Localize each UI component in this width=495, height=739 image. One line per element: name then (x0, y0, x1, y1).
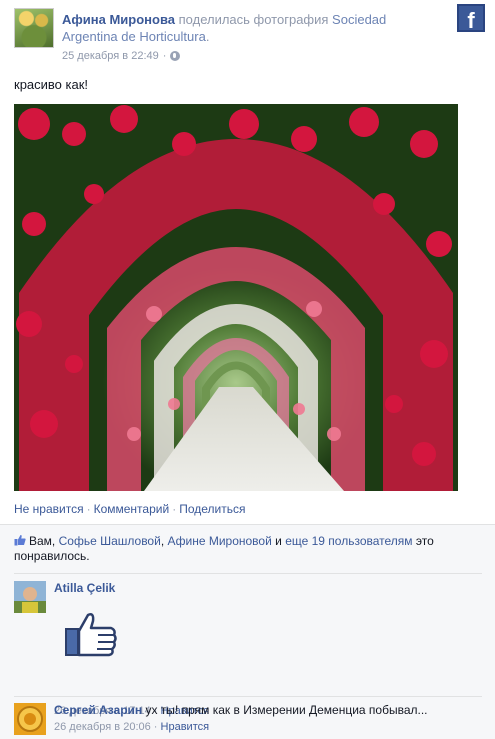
commenter-name[interactable]: Atilla Çelik (54, 581, 115, 595)
commenter-avatar[interactable] (14, 581, 46, 613)
share-verb: поделилась фотография (178, 12, 329, 27)
comment-text: ух ты! прям как в Измерении Деменциа поб… (145, 703, 428, 717)
dot-separator: · (153, 721, 161, 733)
post-timestamp[interactable]: 25 декабря в 22:49 (62, 50, 159, 62)
divider (14, 573, 482, 574)
likers-others-link[interactable]: еще 19 пользователям (285, 534, 412, 548)
author-line: Афина Миронова поделилась фотография Soc… (62, 11, 442, 45)
unlike-link[interactable]: Не нравится (14, 502, 84, 516)
post-actions: Не нравится · Комментарий · Поделиться (14, 502, 245, 516)
commenter-avatar[interactable] (14, 703, 46, 735)
divider (14, 696, 482, 697)
likes-and: и (271, 534, 286, 548)
facebook-logo-icon[interactable]: f (457, 4, 485, 32)
feedback-section: Вам, Софье Шашловой, Афине Мироновой и е… (0, 524, 495, 739)
post-header: Афина Миронова поделилась фотография Soc… (14, 8, 484, 64)
liker-link[interactable]: Софье Шашловой (59, 534, 161, 548)
share-link[interactable]: Поделиться (179, 502, 245, 516)
page-suffix: . (205, 29, 210, 44)
dot-separator: · (162, 50, 167, 62)
rose-arch-photo (14, 104, 458, 491)
action-separator: · (86, 502, 91, 516)
comment-like-link[interactable]: Нравится (161, 721, 210, 733)
likes-summary: Вам, Софье Шашловой, Афине Мироновой и е… (14, 534, 484, 564)
thumbs-up-sticker-icon (65, 613, 117, 657)
author-name[interactable]: Афина Миронова (62, 12, 175, 27)
post-photo[interactable] (14, 104, 458, 491)
comment-timestamp[interactable]: 26 декабря в 20:06 (54, 721, 151, 733)
comment-meta: 26 декабря в 20:06 · Нравится (54, 721, 209, 733)
author-avatar[interactable] (14, 8, 54, 48)
comment: Atilla Çelik 26 декабря в 17:14 · Нравит… (14, 581, 484, 717)
action-separator: · (172, 502, 177, 516)
commenter-name: Сергей Азарин ух ты! прям как в Измерени… (54, 703, 428, 717)
post-meta: 25 декабря в 22:49 · (62, 50, 181, 62)
commenter-name-link[interactable]: Сергей Азарин (54, 703, 142, 717)
comment-link[interactable]: Комментарий (94, 502, 170, 516)
liker-link[interactable]: Афине Мироновой (167, 534, 271, 548)
comment: Сергей Азарин ух ты! прям как в Измерени… (14, 703, 484, 739)
post-text: красиво как! (14, 77, 89, 92)
likes-prefix: Вам, (29, 534, 59, 548)
like-thumb-icon (14, 534, 26, 546)
globe-icon[interactable] (170, 51, 181, 61)
